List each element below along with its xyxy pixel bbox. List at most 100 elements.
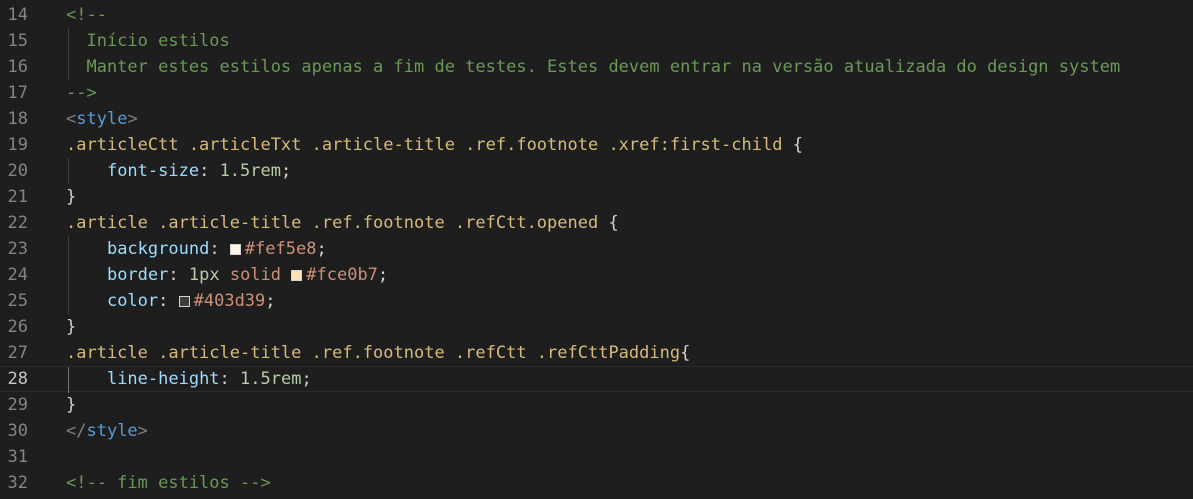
code-text[interactable]: .article .article-title .ref.footnote .r… — [66, 340, 690, 366]
code-line[interactable]: 23 background: #fef5e8; — [0, 236, 1193, 262]
code-token: line-height — [106, 369, 220, 389]
code-token: 1px — [188, 265, 220, 285]
code-text[interactable]: border: 1px solid #fce0b7; — [66, 262, 388, 288]
line-number: 27 — [7, 343, 28, 363]
code-text[interactable]: } — [66, 392, 76, 418]
line-number: 18 — [7, 109, 28, 129]
code-token: } — [66, 317, 77, 337]
code-token: : — [209, 239, 230, 259]
line-number: 31 — [7, 447, 28, 467]
code-token: > — [127, 109, 138, 129]
code-token: } — [66, 395, 77, 415]
line-number: 24 — [7, 265, 28, 285]
code-line[interactable]: 14 <!-- — [0, 2, 1193, 28]
code-line[interactable]: 21} — [0, 184, 1193, 210]
code-text[interactable]: font-size: 1.5rem; — [66, 158, 291, 184]
code-line[interactable]: 31 — [0, 444, 1193, 470]
line-number: 19 — [7, 135, 28, 155]
code-line[interactable]: 26} — [0, 314, 1193, 340]
code-line[interactable]: 17 --> — [0, 80, 1193, 106]
code-text[interactable]: background: #fef5e8; — [66, 236, 327, 262]
code-line[interactable]: 25 color: #403d39; — [0, 288, 1193, 314]
code-text[interactable]: Manter estes estilos apenas a fim de tes… — [66, 54, 1120, 80]
code-text[interactable]: </style> — [66, 418, 148, 444]
line-number: 29 — [7, 395, 28, 415]
code-text[interactable]: --> — [66, 80, 97, 106]
code-token: : — [219, 369, 241, 389]
code-editor[interactable]: 14 <!-- 15 Início estilos 16 Manter estes e… — [0, 0, 1193, 499]
code-line[interactable]: 19 .articleCtt .articleTxt .article-title… — [0, 132, 1193, 158]
code-token: ; — [280, 161, 292, 181]
code-line[interactable]: 24 border: 1px solid #fce0b7; — [0, 262, 1193, 288]
code-line[interactable]: 32 <!-- fim estilos --> — [0, 470, 1193, 496]
code-token: border — [106, 265, 169, 285]
color-swatch-icon[interactable] — [291, 270, 303, 281]
code-text[interactable]: line-height: 1.5rem; — [66, 367, 312, 391]
code-text[interactable]: .articleCtt .articleTxt .article-title .… — [66, 132, 803, 158]
code-token: ; — [301, 369, 312, 389]
code-token: : — [168, 265, 189, 285]
color-swatch-icon[interactable] — [178, 296, 190, 307]
line-number: 17 — [7, 83, 28, 103]
code-token: } — [66, 187, 77, 207]
line-number: 26 — [7, 317, 28, 337]
code-token: { — [680, 343, 691, 363]
code-token: 1.5rem — [240, 369, 302, 389]
code-token: Início estilos — [66, 31, 230, 51]
code-text[interactable]: color: #403d39; — [66, 288, 276, 314]
code-text[interactable]: <style> — [66, 106, 138, 132]
code-token: : — [158, 291, 179, 311]
code-token: Manter estes estilos apenas a fim de tes… — [66, 57, 1121, 77]
code-line[interactable]: 20 font-size: 1.5rem; — [0, 158, 1193, 184]
code-token: </ — [66, 421, 87, 441]
code-token: --> — [66, 83, 97, 103]
code-token: <!-- — [66, 5, 107, 25]
code-line[interactable]: 18 <style> — [0, 106, 1193, 132]
code-token: background — [106, 239, 210, 259]
code-token: > — [137, 421, 148, 441]
code-text[interactable]: <!-- — [66, 2, 107, 28]
code-token: font-size — [106, 161, 200, 181]
code-line[interactable]: 27 .article .article-title .ref.footnote … — [0, 340, 1193, 366]
code-token: #fef5e8 — [244, 239, 317, 259]
code-token: { — [782, 135, 803, 155]
line-number: 16 — [7, 57, 28, 77]
line-number: 14 — [7, 5, 28, 25]
code-token: 1.5rem — [219, 161, 281, 181]
code-line[interactable]: 30 </style> — [0, 418, 1193, 444]
code-text[interactable]: Início estilos — [66, 28, 230, 54]
code-token: #fce0b7 — [306, 265, 378, 285]
line-number: 30 — [7, 421, 28, 441]
code-token: style — [76, 109, 128, 129]
code-line[interactable]: 28 line-height: 1.5rem; — [0, 366, 1193, 393]
code-text[interactable]: .article .article-title .ref.footnote .r… — [66, 210, 619, 236]
code-token: solid — [229, 265, 282, 285]
line-number: 23 — [7, 239, 28, 259]
code-token: { — [598, 213, 619, 233]
code-line[interactable]: 22 .article .article-title .ref.footnote … — [0, 210, 1193, 236]
code-token: < — [66, 109, 77, 129]
code-token: <!-- fim estilos --> — [66, 473, 271, 493]
code-text[interactable]: <!-- fim estilos --> — [66, 470, 271, 496]
code-line[interactable]: 16 Manter estes estilos apenas a fim de … — [0, 54, 1193, 80]
code-line[interactable]: 29} — [0, 392, 1193, 418]
code-token: ; — [316, 239, 327, 259]
code-token: .articleCtt .articleTxt .article-title .… — [66, 135, 783, 155]
color-swatch-icon[interactable] — [229, 244, 241, 255]
line-number: 32 — [7, 473, 28, 493]
code-text[interactable]: } — [66, 314, 76, 340]
code-line[interactable]: 15 Início estilos — [0, 28, 1193, 54]
line-number: 21 — [7, 187, 28, 207]
code-token: #403d39 — [193, 291, 266, 311]
code-token: : — [199, 161, 220, 181]
code-token: color — [106, 291, 159, 311]
code-text[interactable]: } — [66, 184, 76, 210]
code-token: ; — [377, 265, 389, 285]
